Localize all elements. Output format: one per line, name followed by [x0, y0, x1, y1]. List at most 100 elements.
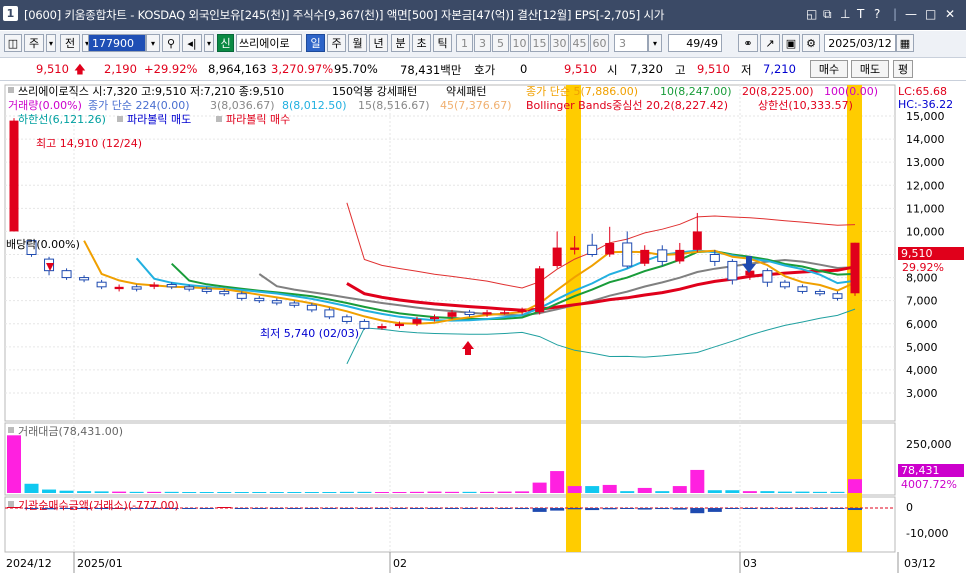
period-select[interactable]: 주: [24, 34, 44, 52]
legend-lower-band: 하한선(6,121.26): [18, 112, 106, 126]
tab-period-minute[interactable]: 분: [391, 34, 410, 52]
save-icon[interactable]: ▣: [782, 34, 800, 52]
tab-period-tick[interactable]: 틱: [433, 34, 452, 52]
tab-period-year[interactable]: 년: [369, 34, 388, 52]
volume-bar: [427, 491, 442, 493]
candle-body: [131, 286, 142, 290]
price-change-pct: +29.92%: [144, 62, 198, 76]
volume-bar: [848, 479, 862, 493]
inst-bar: [480, 508, 495, 509]
inst-bar: [374, 508, 389, 509]
tab-period-second[interactable]: 초: [412, 34, 431, 52]
y-tick-label: 11,000: [906, 202, 945, 215]
inst-bar: [392, 508, 407, 509]
maximize-icon[interactable]: □: [925, 7, 936, 21]
pin-icon[interactable]: ⊥: [840, 7, 850, 21]
hc-value: HC:-36.22: [898, 98, 953, 111]
interval-3[interactable]: 3: [474, 34, 491, 52]
current-price: 9,510: [36, 62, 69, 76]
legend-pattern-weak: 약세패턴: [446, 84, 486, 98]
help-icon[interactable]: ?: [874, 7, 880, 21]
inst-bar: [462, 508, 477, 509]
candle-body: [762, 270, 773, 283]
candle-body: [96, 281, 107, 288]
sound-dropdown-icon[interactable]: ▾: [204, 34, 214, 52]
search-icon[interactable]: ⚲: [162, 34, 180, 52]
inst-bar: [252, 508, 267, 509]
low-label: 저: [741, 63, 752, 77]
inst-bar: [497, 508, 512, 509]
volume-bar: [252, 492, 267, 493]
legend-upper-band: 상한선(10,333.57): [758, 99, 853, 112]
inst-bar: [637, 508, 652, 510]
stock-name-field[interactable]: 쓰리에이로: [236, 34, 302, 52]
page-counter: 49/49: [668, 34, 722, 52]
candle-body: [377, 326, 387, 329]
indicator-icon[interactable]: ⚭: [738, 34, 758, 52]
inst-bar: [515, 508, 530, 510]
interval-5[interactable]: 5: [492, 34, 509, 52]
inst-bar: [339, 508, 354, 509]
calendar-icon[interactable]: ▦: [896, 34, 914, 52]
dividend-annotation: 배당락(0.00%): [6, 238, 80, 251]
volume-panel-frame: [4, 422, 896, 496]
quote-bar: 9,510 🡅 2,190 +29.92% 8,964,163 3,270.97…: [0, 58, 966, 81]
interval-30[interactable]: 30: [550, 34, 569, 52]
code-dropdown-icon[interactable]: ▾: [146, 34, 160, 52]
copy-icon[interactable]: ⧉: [823, 7, 832, 22]
restore-icon[interactable]: ◱: [806, 7, 817, 21]
volume-bar: [812, 491, 827, 493]
volume-bar: [182, 492, 197, 493]
sell-button[interactable]: 매도: [851, 60, 889, 78]
legend-ma5: 종가 단순 5(7,886.00): [526, 85, 638, 98]
y-tick-label: 12,000: [906, 179, 945, 192]
tab-period-day[interactable]: 일: [306, 34, 325, 52]
volume-tag-pct: 4007.72%: [901, 478, 957, 491]
candle-body: [692, 231, 702, 250]
interval-input[interactable]: 3: [614, 34, 648, 52]
candle-body: [166, 284, 177, 288]
inst-tick-neg: -10,000: [906, 527, 948, 540]
volume-bar: [497, 491, 512, 493]
y-tick-label: 6,000: [906, 318, 938, 331]
interval-1[interactable]: 1: [456, 34, 473, 52]
volume-bar: [357, 491, 372, 493]
layout-icon[interactable]: ◫: [4, 34, 22, 52]
interval-45[interactable]: 45: [570, 34, 589, 52]
volume-bar: [234, 492, 249, 493]
interval-60[interactable]: 60: [590, 34, 609, 52]
tab-period-week[interactable]: 주: [327, 34, 346, 52]
inst-bar: [602, 508, 617, 510]
x-label-2025-01: 2025/01: [77, 557, 123, 570]
low-price: 7,210: [763, 62, 796, 76]
draw-tool-icon[interactable]: ↗: [760, 34, 780, 52]
average-button[interactable]: 평: [893, 60, 913, 78]
inst-bar: [812, 508, 827, 509]
interval-dropdown-icon[interactable]: ▾: [648, 34, 662, 52]
stock-code-input[interactable]: 177900: [88, 34, 146, 52]
highlight-column-1: [566, 85, 581, 552]
text-icon[interactable]: T: [857, 7, 864, 21]
interval-15[interactable]: 15: [530, 34, 549, 52]
date-input[interactable]: 2025/03/12: [824, 34, 896, 52]
minimize-icon[interactable]: —: [905, 7, 917, 21]
volume-bar: [409, 491, 424, 493]
gear-icon[interactable]: ⚙: [802, 34, 820, 52]
candle-body: [657, 249, 668, 262]
tab-period-month[interactable]: 월: [348, 34, 367, 52]
sound-icon[interactable]: ◂|: [182, 34, 202, 52]
hoga-price: 9,510: [564, 62, 597, 76]
up-arrow-icon: 🡅: [74, 62, 86, 76]
candle-body: [114, 286, 124, 290]
candle-body: [535, 268, 545, 313]
prev-button[interactable]: 전: [60, 34, 80, 52]
volume-bar: [585, 486, 600, 493]
chart-area[interactable]: 15,00014,00013,00012,00011,00010,0009,00…: [0, 81, 966, 573]
buy-button[interactable]: 매수: [810, 60, 848, 78]
period-dropdown-icon[interactable]: ▾: [46, 34, 56, 52]
candle-body: [430, 316, 439, 320]
candle-body: [184, 286, 195, 290]
interval-10[interactable]: 10: [510, 34, 529, 52]
close-icon[interactable]: ✕: [945, 7, 955, 21]
stock-chart[interactable]: 15,00014,00013,00012,00011,00010,0009,00…: [0, 81, 966, 573]
